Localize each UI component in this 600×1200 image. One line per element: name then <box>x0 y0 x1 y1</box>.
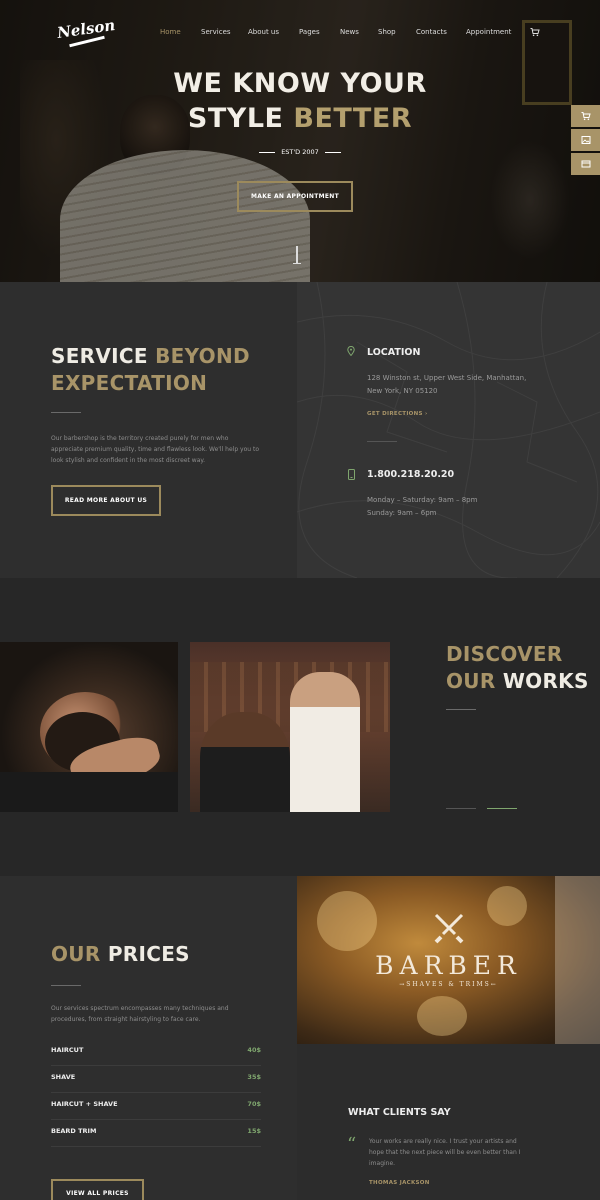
nav-item-shop[interactable]: Shop <box>378 28 396 36</box>
cart-icon <box>581 112 591 121</box>
service-section: SERVICE BEYOND EXPECTATION Our barbershop… <box>0 282 297 578</box>
price-name: BEARD TRIM <box>51 1127 97 1135</box>
testimonial-heading: WHAT CLIENTS SAY <box>348 1107 451 1118</box>
prices-section: OUR PRICES Our services spectrum encompa… <box>0 876 297 1200</box>
works-divider <box>446 709 476 710</box>
photo-client <box>200 712 290 812</box>
nav-item-appointment[interactable]: Appointment <box>466 28 511 36</box>
barber-sign-sub: →SHAVES & TRIMS← <box>399 981 498 988</box>
price-value: 35$ <box>247 1073 261 1081</box>
side-card-button[interactable] <box>571 153 600 175</box>
price-row: BEARD TRIM 15$ <box>51 1120 261 1147</box>
price-name: HAIRCUT + SHAVE <box>51 1100 118 1108</box>
hero-title-word: STYLE <box>187 103 294 134</box>
side-tools <box>571 105 600 177</box>
established-text: EST'D 2007 <box>281 148 319 156</box>
read-more-button[interactable]: READ MORE ABOUT US <box>51 485 161 516</box>
hero-title-line1: WE KNOW YOUR <box>173 68 427 99</box>
service-divider <box>51 412 81 413</box>
divider-line <box>259 151 276 153</box>
barber-sign-word: BARBER <box>375 951 522 980</box>
service-title: SERVICE BEYOND EXPECTATION <box>51 343 250 397</box>
nav-item-services[interactable]: Services <box>201 28 231 36</box>
location-label: LOCATION <box>367 347 421 358</box>
service-title-b: BEYOND <box>155 344 250 368</box>
testimonial-section: WHAT CLIENTS SAY “ Your works are really… <box>297 1044 600 1200</box>
address-text: 128 Winston st, Upper West Side, Manhatt… <box>367 374 527 395</box>
prices-title-b: PRICES <box>107 942 190 966</box>
map-pin-icon <box>347 346 355 356</box>
service-title-c: EXPECTATION <box>51 371 208 395</box>
get-directions-link[interactable]: GET DIRECTIONS › <box>367 411 428 417</box>
prices-title-a: OUR <box>51 942 108 966</box>
image-icon <box>581 136 590 144</box>
light-bokeh <box>317 891 377 951</box>
nav-item-contacts[interactable]: Contacts <box>416 28 447 36</box>
contact-divider <box>367 441 397 442</box>
side-cart-button[interactable] <box>571 105 600 127</box>
scroll-down-icon[interactable] <box>293 246 301 264</box>
work-photo-beard-trim[interactable] <box>0 642 178 812</box>
work-photo-barber-at-work[interactable] <box>190 642 390 812</box>
phone-icon <box>348 469 355 480</box>
photo-barber <box>290 672 360 812</box>
price-value: 15$ <box>247 1127 261 1135</box>
prices-divider <box>51 985 81 986</box>
nav-item-about[interactable]: About us <box>248 28 279 36</box>
works-title: DISCOVER OUR WORKS <box>446 641 589 695</box>
established-label: EST'D 2007 <box>0 148 600 156</box>
service-text: Our barbershop is the territory created … <box>51 435 259 464</box>
testimonial-text: Your works are really nice. I trust your… <box>369 1138 521 1167</box>
price-value: 40$ <box>247 1046 261 1054</box>
price-row: SHAVE 35$ <box>51 1066 261 1093</box>
price-row: HAIRCUT 40$ <box>51 1039 261 1066</box>
photo-cape <box>0 772 178 812</box>
price-value: 70$ <box>247 1100 261 1108</box>
contact-info-panel: LOCATION 128 Winston st, Upper West Side… <box>297 282 600 578</box>
prices-title: OUR PRICES <box>51 941 190 968</box>
hero-title-accent: BETTER <box>293 103 413 134</box>
works-title-a: DISCOVER <box>446 642 563 666</box>
side-gallery-button[interactable] <box>571 129 600 151</box>
barber-sign-photo: BARBER →SHAVES & TRIMS← <box>297 876 600 1044</box>
chevron-right-icon: › <box>425 411 428 417</box>
view-all-prices-button[interactable]: VIEW ALL PRICES <box>51 1179 144 1200</box>
quote-icon: “ <box>347 1134 357 1155</box>
price-name: HAIRCUT <box>51 1046 84 1054</box>
arrow-right-icon[interactable] <box>487 808 517 809</box>
hero-section: Nelson Home Services About us Pages News… <box>0 0 600 282</box>
light-bokeh <box>417 996 467 1036</box>
works-title-b: OUR <box>446 669 503 693</box>
crossed-razors-icon <box>434 913 464 944</box>
barber-sign-sub-text: SHAVES & TRIMS <box>406 981 491 988</box>
cart-icon[interactable] <box>530 27 540 37</box>
divider-line <box>324 151 341 153</box>
hours-sunday: Sunday: 9am – 6pm <box>367 509 437 517</box>
hours-weekday: Monday – Saturday: 9am – 8pm <box>367 496 478 504</box>
price-name: SHAVE <box>51 1073 76 1081</box>
service-title-a: SERVICE <box>51 344 156 368</box>
testimonial-author: THOMAS JACKSON <box>369 1180 430 1186</box>
works-title-c: WORKS <box>502 669 589 693</box>
main-nav: Home Services About us Pages News Shop C… <box>0 28 600 40</box>
map-background <box>297 282 600 578</box>
make-appointment-button[interactable]: MAKE AN APPOINTMENT <box>237 181 353 212</box>
price-row: HAIRCUT + SHAVE 70$ <box>51 1093 261 1120</box>
prices-text: Our services spectrum encompasses many t… <box>51 1005 229 1023</box>
nav-item-pages[interactable]: Pages <box>299 28 320 36</box>
light-bokeh <box>487 886 527 926</box>
nav-item-home[interactable]: Home <box>160 28 181 36</box>
nav-item-news[interactable]: News <box>340 28 359 36</box>
get-directions-label: GET DIRECTIONS <box>367 411 423 417</box>
hero-title-line2: STYLE BETTER <box>0 103 600 134</box>
arrow-left-icon[interactable] <box>446 808 476 809</box>
card-icon <box>581 160 590 168</box>
phone-number[interactable]: 1.800.218.20.20 <box>367 469 454 480</box>
